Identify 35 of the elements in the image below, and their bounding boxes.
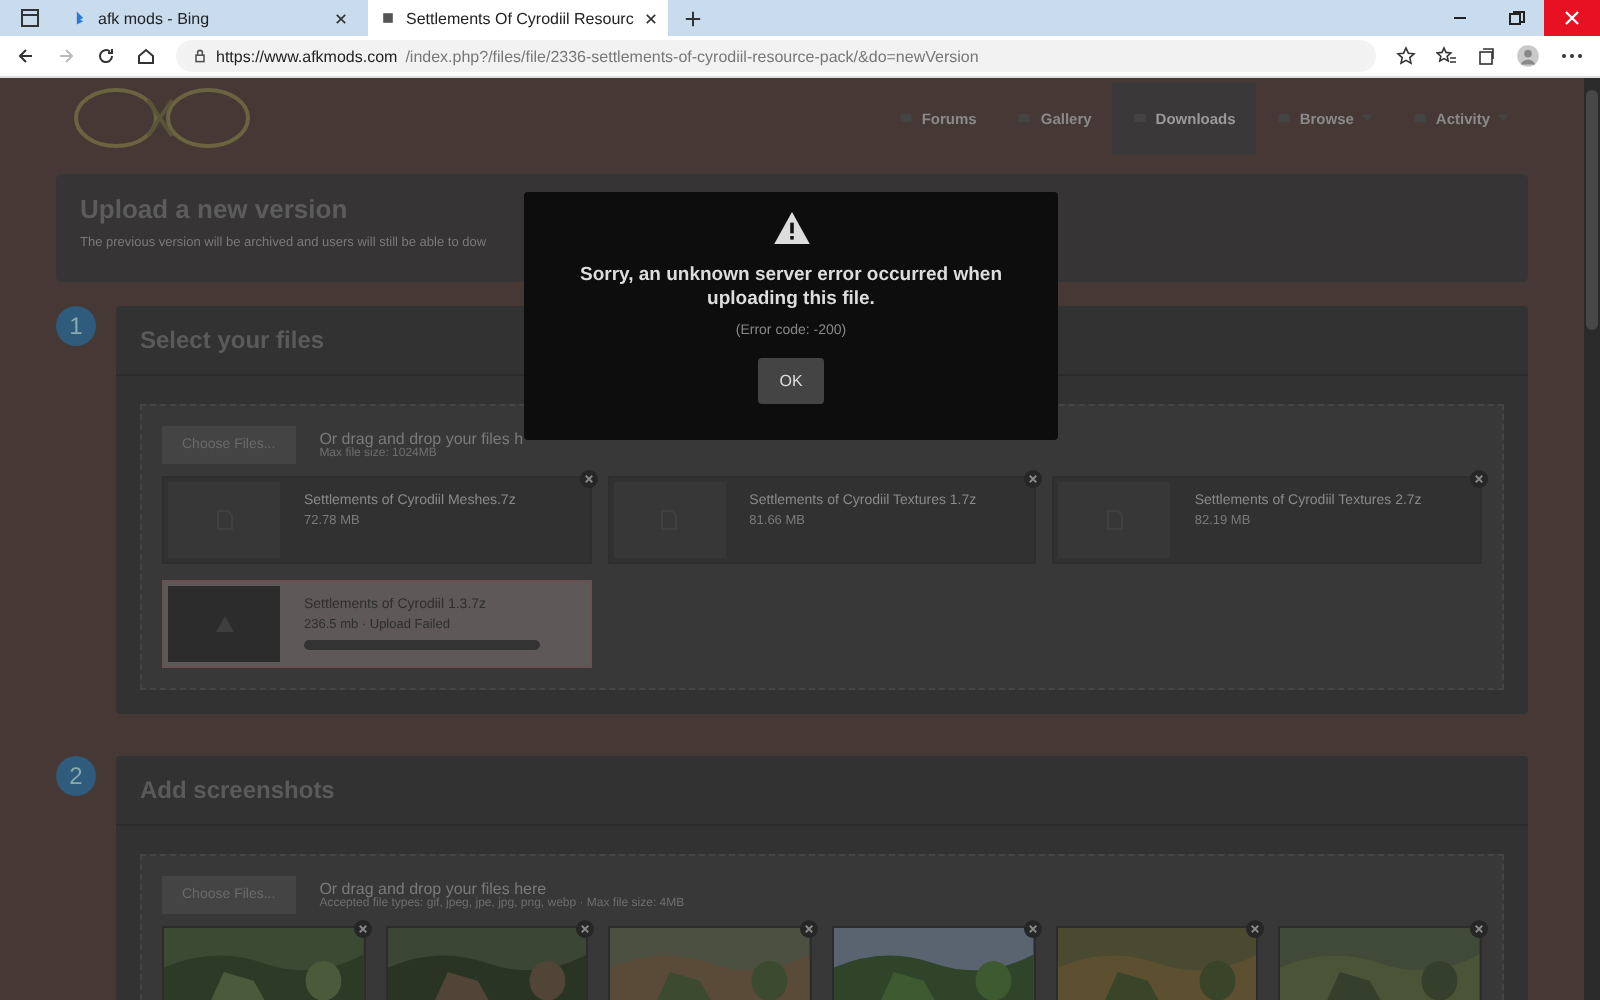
drop-hint: Or drag and drop your files here: [319, 880, 547, 898]
new-tab-icon[interactable]: [684, 9, 702, 27]
favorite-star-icon[interactable]: [1396, 46, 1416, 66]
menu-icon[interactable]: [1560, 52, 1584, 60]
favicon-icon: [72, 10, 88, 26]
remove-icon[interactable]: [1024, 470, 1043, 488]
ok-button[interactable]: OK: [757, 357, 825, 404]
remove-icon[interactable]: [1023, 920, 1042, 938]
remove-icon[interactable]: [1470, 470, 1488, 488]
address-field[interactable]: https://www.afkmods.com /index.php?/files/file/2336-settlements-of-cyrodiil-resource-pack/&do=newVersion: [176, 40, 1376, 72]
error-message: Sorry, an unknown server error occurred when uploading this file.: [578, 264, 1004, 312]
lock-icon: [192, 48, 208, 64]
scrollbar[interactable]: [1584, 78, 1600, 1000]
step-number: 2: [56, 756, 96, 796]
close-icon[interactable]: [334, 11, 348, 25]
avatar-icon[interactable]: [1516, 44, 1540, 68]
favicon-icon: [380, 10, 396, 26]
remove-icon[interactable]: [799, 920, 818, 938]
favorites-icon[interactable]: [1436, 46, 1456, 66]
drop-hint: Or drag and drop your files h: [319, 430, 524, 448]
remove-icon[interactable]: [1469, 920, 1488, 938]
refresh-icon[interactable]: [96, 46, 116, 66]
browser-tab[interactable]: afk mods - Bing: [60, 0, 360, 36]
browser-tab[interactable]: Settlements Of Cyrodiil Resourc: [368, 0, 668, 36]
step-number: 1: [56, 306, 96, 346]
close-icon[interactable]: [643, 11, 658, 25]
tab-actions-icon[interactable]: [20, 8, 40, 28]
remove-icon[interactable]: [1246, 920, 1265, 938]
remove-icon[interactable]: [353, 920, 372, 938]
remove-icon[interactable]: [576, 920, 595, 938]
remove-icon[interactable]: [579, 470, 598, 488]
collections-icon[interactable]: [1476, 46, 1496, 66]
warning-icon: [773, 212, 809, 244]
home-icon[interactable]: [136, 46, 156, 66]
back-icon[interactable]: [16, 46, 36, 66]
